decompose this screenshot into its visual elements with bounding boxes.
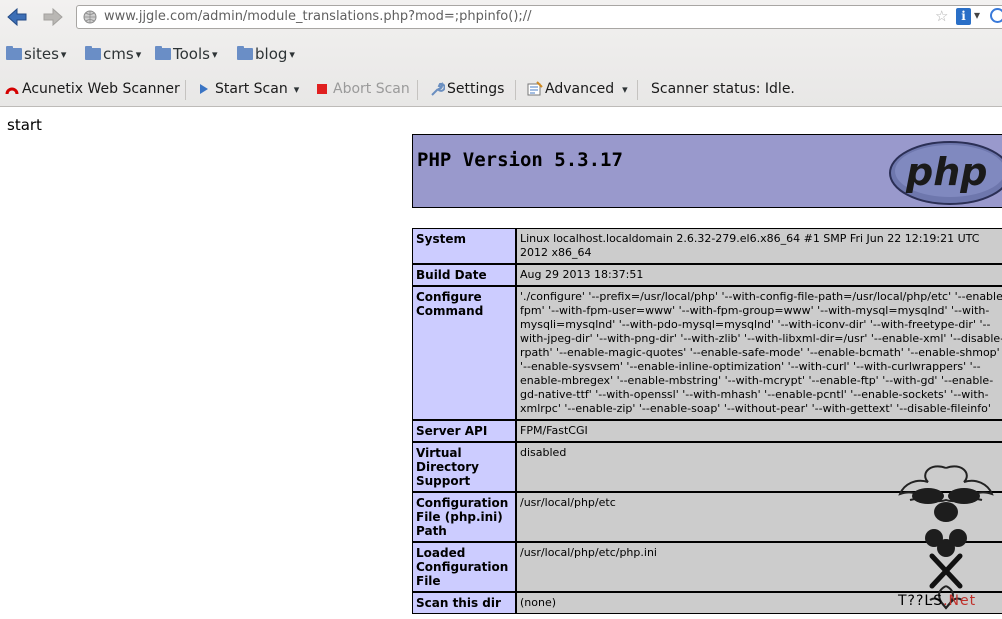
chevron-down-icon: ▾ bbox=[293, 82, 300, 96]
info-value: './configure' '--prefix=/usr/local/php' … bbox=[516, 286, 1002, 420]
start-scan-button[interactable]: Start Scan ▾ bbox=[199, 78, 299, 100]
bookmark-label: blog bbox=[255, 45, 288, 63]
globe-icon bbox=[83, 10, 97, 24]
chevron-down-icon: ▾ bbox=[211, 47, 218, 61]
advanced-button[interactable]: Advanced ▾ bbox=[527, 78, 628, 100]
abort-scan-label: Abort Scan bbox=[333, 81, 410, 97]
bookmark-label: cms bbox=[103, 45, 134, 63]
chevron-down-icon: ▾ bbox=[135, 47, 142, 61]
search-icon[interactable] bbox=[990, 8, 1002, 23]
abort-scan-button[interactable]: Abort Scan bbox=[317, 78, 410, 100]
table-row: System Linux localhost.localdomain 2.6.3… bbox=[412, 228, 1002, 264]
php-version-title: PHP Version 5.3.17 bbox=[417, 149, 623, 171]
php-logo-text: php bbox=[905, 150, 987, 194]
info-key: Configure Command bbox=[412, 286, 516, 420]
scanner-status: Scanner status: Idle. bbox=[651, 78, 795, 100]
bookmark-label: sites bbox=[24, 45, 59, 63]
chevron-down-icon: ▾ bbox=[622, 82, 628, 96]
php-version-header: PHP Version 5.3.17 php bbox=[412, 134, 1002, 208]
folder-icon bbox=[85, 46, 101, 60]
info-value: FPM/FastCGI bbox=[516, 420, 1002, 442]
chevron-down-icon[interactable]: ▾ bbox=[974, 8, 980, 22]
acunetix-brand-label: Acunetix Web Scanner bbox=[22, 81, 180, 97]
info-key: Scan this dir bbox=[412, 592, 516, 614]
bookmark-folder-cms[interactable]: cms ▾ bbox=[85, 42, 141, 66]
acunetix-toolbar: Acunetix Web Scanner Start Scan ▾ Abort … bbox=[0, 78, 1002, 100]
acunetix-brand[interactable]: Acunetix Web Scanner bbox=[5, 78, 180, 100]
info-key: Server API bbox=[412, 420, 516, 442]
scanner-status-text: Scanner status: Idle. bbox=[651, 81, 795, 97]
addon-icon[interactable]: i bbox=[956, 8, 971, 25]
start-scan-label: Start Scan bbox=[215, 81, 288, 97]
chevron-down-icon: ▾ bbox=[289, 47, 295, 61]
bookmark-folder-blog[interactable]: blog ▾ bbox=[237, 42, 295, 66]
table-row: Configure Command './configure' '--prefi… bbox=[412, 286, 1002, 420]
url-text: www.jjgle.com/admin/module_translations.… bbox=[104, 9, 532, 24]
watermark-text-net: .Net bbox=[943, 593, 977, 609]
folder-icon bbox=[6, 46, 22, 60]
settings-label: Settings bbox=[447, 81, 505, 97]
folder-icon bbox=[237, 46, 253, 60]
info-key: Virtual Directory Support bbox=[412, 442, 516, 492]
url-bar[interactable]: www.jjgle.com/admin/module_translations.… bbox=[76, 5, 1002, 29]
settings-button[interactable]: Settings bbox=[429, 78, 504, 100]
advanced-label: Advanced bbox=[545, 81, 615, 97]
start-text: start bbox=[7, 116, 42, 134]
star-icon[interactable]: ☆ bbox=[935, 7, 948, 25]
toolbar-divider bbox=[515, 80, 516, 100]
play-icon bbox=[200, 84, 208, 94]
php-logo: php bbox=[889, 141, 1002, 205]
advanced-icon bbox=[527, 81, 543, 96]
info-value: Linux localhost.localdomain 2.6.32-279.e… bbox=[516, 228, 1002, 264]
stop-icon bbox=[317, 84, 327, 94]
watermark-text-main: T??LS bbox=[898, 593, 944, 609]
forward-arrow-icon[interactable] bbox=[42, 6, 64, 28]
info-key: Build Date bbox=[412, 264, 516, 286]
bookmark-folder-tools[interactable]: Tools ▾ bbox=[155, 42, 217, 66]
info-key: System bbox=[412, 228, 516, 264]
info-value: Aug 29 2013 18:37:51 bbox=[516, 264, 1002, 286]
watermark-text: T??LS.Net bbox=[898, 593, 976, 609]
info-key: Loaded Configuration File bbox=[412, 542, 516, 592]
back-arrow-icon[interactable] bbox=[6, 6, 28, 28]
chevron-down-icon: ▾ bbox=[60, 47, 67, 61]
table-row: Server API FPM/FastCGI bbox=[412, 420, 1002, 442]
toolbar-divider bbox=[417, 80, 418, 100]
bookmark-folder-sites[interactable]: sites ▾ bbox=[6, 42, 66, 66]
table-row: Build Date Aug 29 2013 18:37:51 bbox=[412, 264, 1002, 286]
toolbar-divider bbox=[637, 80, 638, 100]
folder-icon bbox=[155, 46, 171, 60]
info-key: Configuration File (php.ini) Path bbox=[412, 492, 516, 542]
bookmark-label: Tools bbox=[173, 45, 210, 63]
toolbar-divider bbox=[185, 80, 186, 100]
acunetix-logo-icon bbox=[5, 87, 19, 95]
bookmarks-bar: sites ▾ cms ▾ Tools ▾ blog ▾ bbox=[0, 42, 1002, 66]
wrench-icon bbox=[431, 81, 445, 96]
browser-chrome: www.jjgle.com/admin/module_translations.… bbox=[0, 0, 1002, 107]
